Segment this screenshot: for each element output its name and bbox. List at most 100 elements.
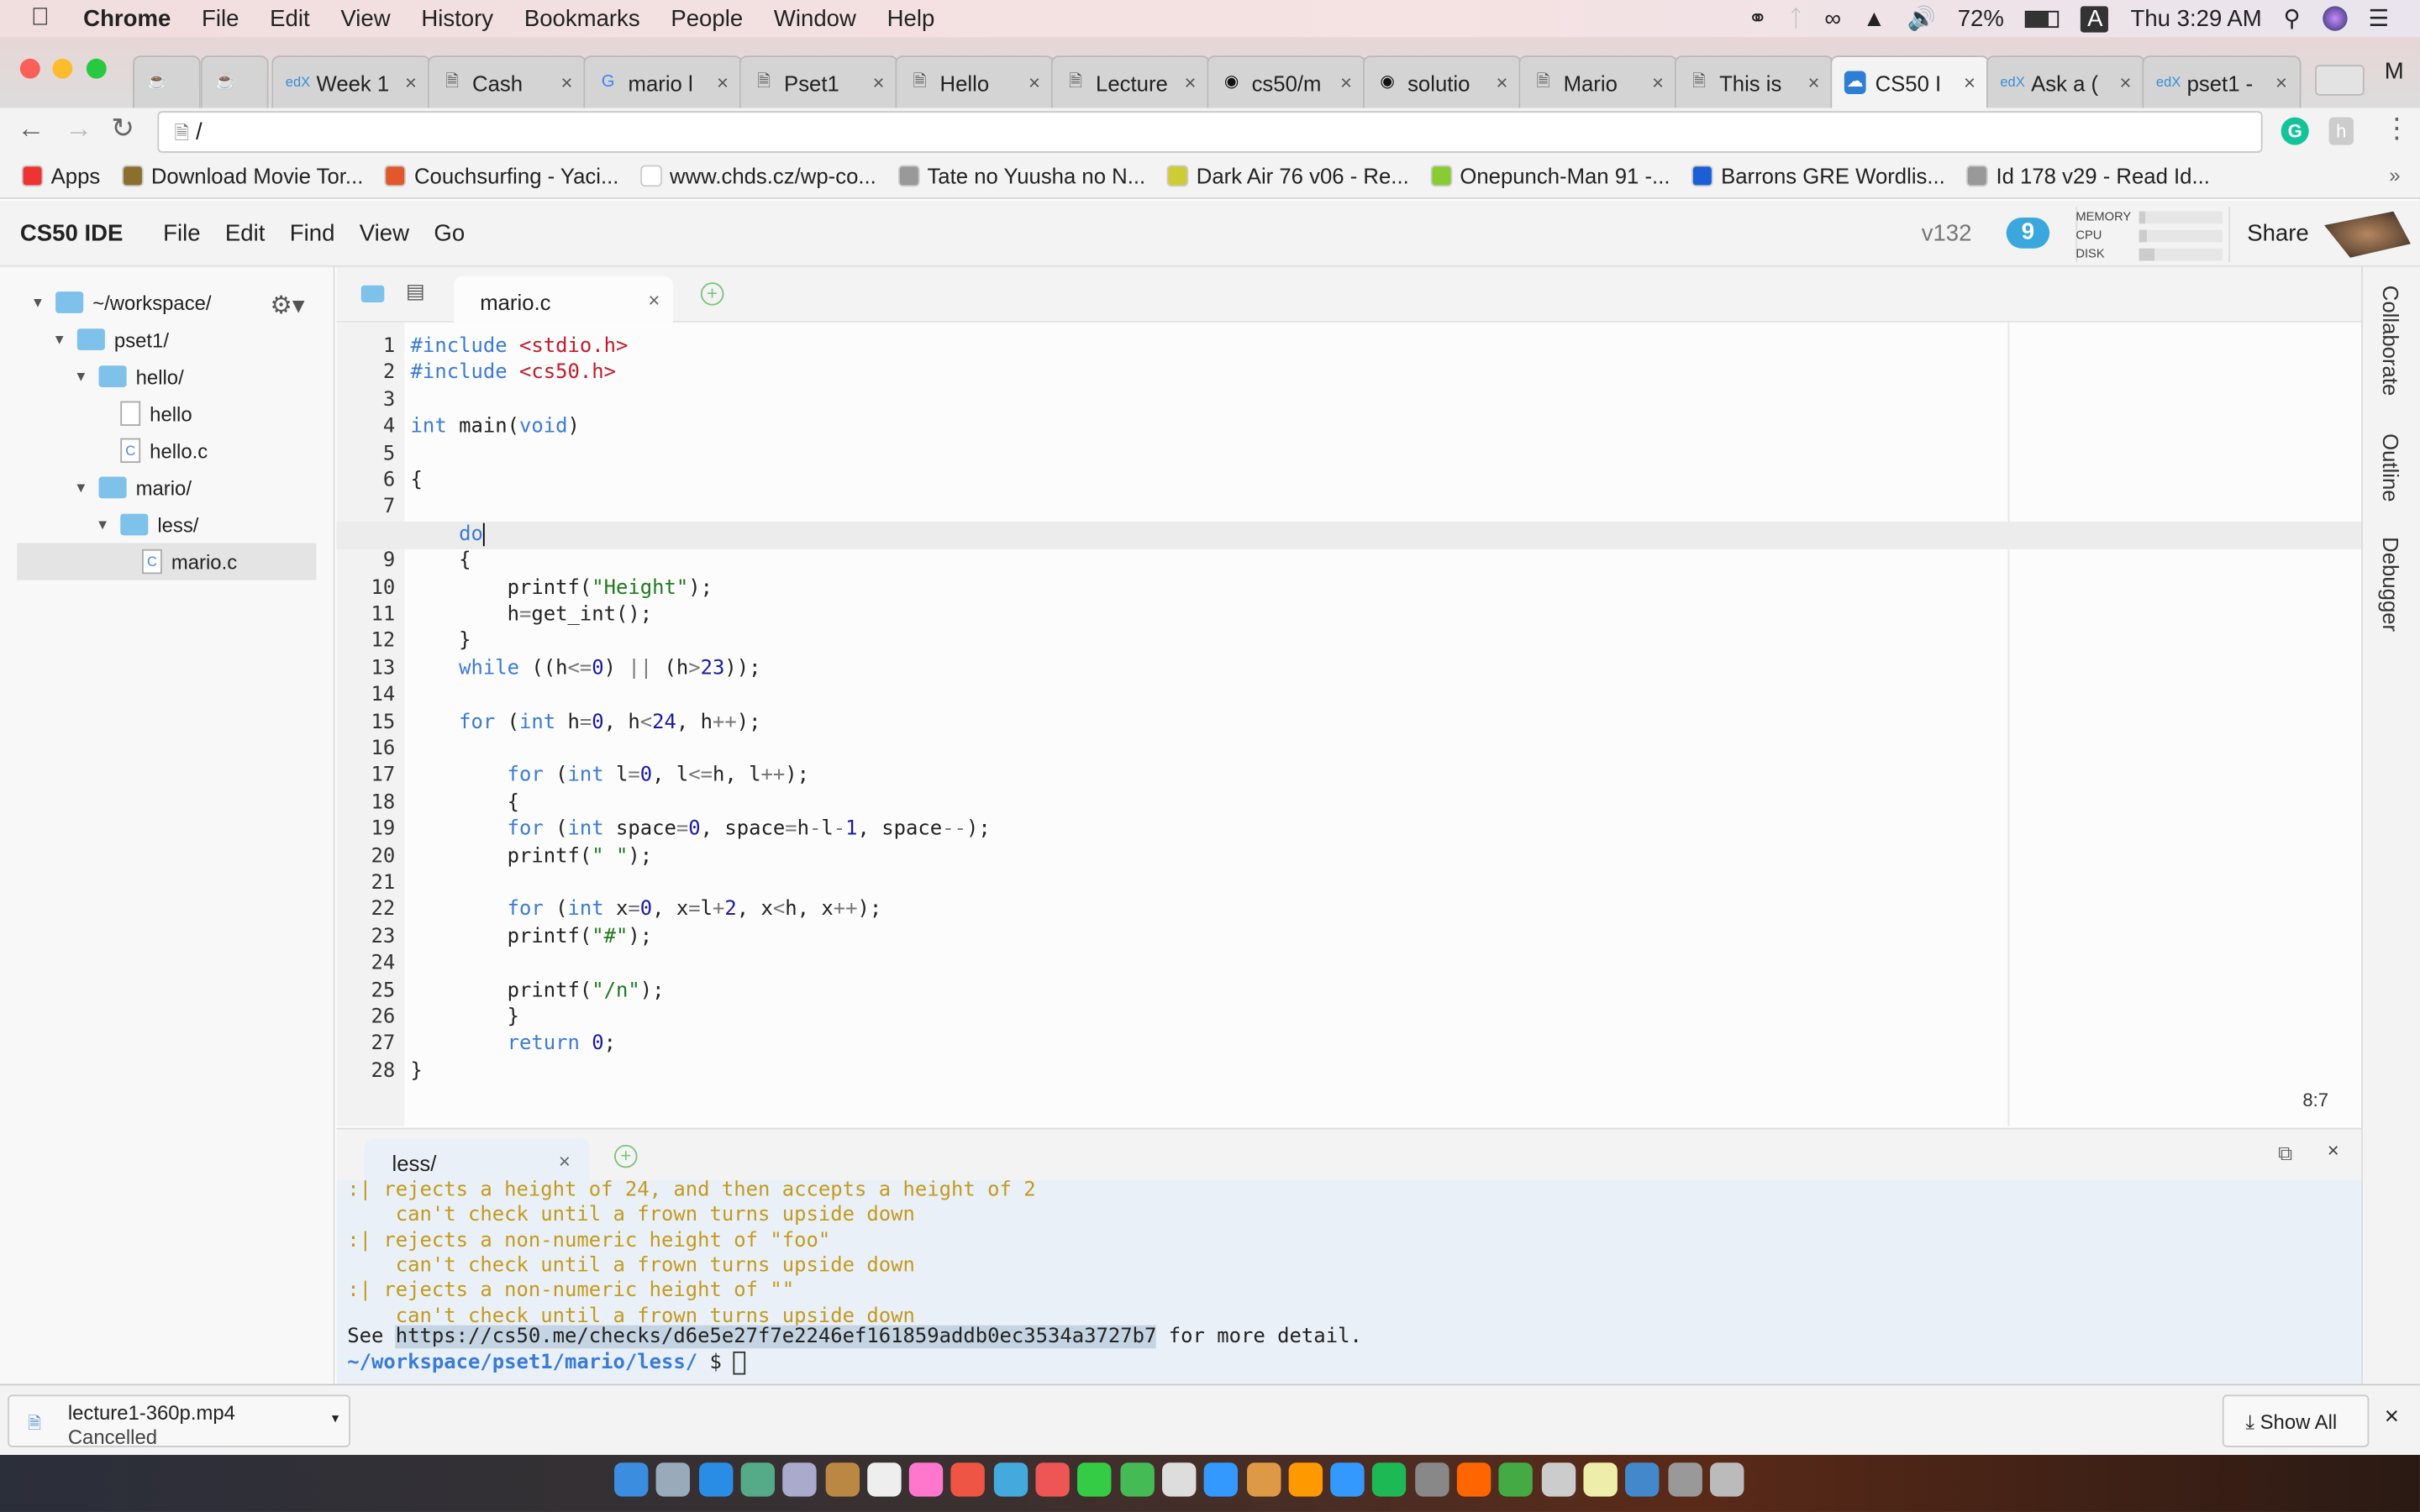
browser-tab[interactable]: edX Ask a (× <box>1986 55 2146 108</box>
browser-tab[interactable]: 🗎 This is × <box>1674 55 1833 108</box>
outline-icon[interactable]: ▤ <box>406 279 425 303</box>
profile-button[interactable]: M <box>2385 59 2404 85</box>
close-tab-icon[interactable]: × <box>1808 71 1820 94</box>
ide-menu-view[interactable]: View <box>360 220 409 246</box>
browser-tab[interactable]: ☕ <box>132 55 201 108</box>
extension-icon[interactable]: h <box>2328 117 2354 145</box>
spotlight-icon[interactable]: ⚲ <box>2283 5 2300 32</box>
dock-app-icon[interactable] <box>1288 1462 1323 1497</box>
expand-arrow-icon[interactable]: ▼ <box>74 480 89 495</box>
bookmark[interactable]: Onepunch-Man 91 -... <box>1430 164 1670 188</box>
menu-help[interactable]: Help <box>887 5 935 31</box>
cloud9-icon[interactable]: 9 <box>2006 217 2050 249</box>
tree-item[interactable]: ▼ ~/workspace/ <box>31 286 212 319</box>
browser-tab[interactable]: edX Week 1 × <box>271 55 431 108</box>
creative-cloud-icon[interactable]: ∞ <box>1824 5 1841 31</box>
tab-terminal[interactable]: less/ × <box>364 1138 590 1182</box>
dock-app-icon[interactable] <box>1456 1462 1491 1497</box>
volume-icon[interactable]: 🔊 <box>1907 5 1936 32</box>
dock-app-icon[interactable] <box>951 1462 986 1497</box>
maximize-icon[interactable]: ⧉ <box>2278 1142 2292 1166</box>
close-tab-icon[interactable]: × <box>1028 71 1040 94</box>
airplay-icon[interactable]: ▲ <box>1863 5 1886 31</box>
close-window-button[interactable] <box>19 58 40 79</box>
bookmark[interactable]: Dark Air 76 v06 - Re... <box>1166 164 1409 188</box>
dock-app-icon[interactable] <box>782 1462 817 1497</box>
browser-tab[interactable]: ☕ <box>200 55 269 108</box>
dock-app-icon[interactable] <box>824 1462 860 1497</box>
bookmark[interactable]: Barrons GRE Wordlis... <box>1691 164 1945 188</box>
add-tab-icon[interactable]: + <box>700 282 724 306</box>
dock-app-icon[interactable] <box>1119 1462 1155 1497</box>
avatar[interactable] <box>2324 211 2411 258</box>
clock[interactable]: Thu 3:29 AM <box>2131 5 2262 31</box>
back-icon[interactable]: ← <box>17 113 45 145</box>
folder-icon[interactable] <box>360 285 385 302</box>
bookmark[interactable]: Download Movie Tor... <box>121 164 363 188</box>
notification-center-icon[interactable]: ☰ <box>2369 5 2390 32</box>
check-link[interactable]: https://cs50.me/checks/d6e5e27f7e2246ef1… <box>395 1325 1156 1349</box>
dock-app-icon[interactable] <box>1330 1462 1365 1497</box>
menu-window[interactable]: Window <box>774 5 856 31</box>
bookmark[interactable]: Id 178 v29 - Read Id... <box>1966 164 2210 188</box>
close-tab-icon[interactable]: × <box>559 1149 571 1173</box>
dock-app-icon[interactable] <box>908 1462 944 1497</box>
bluetooth-icon[interactable]: ᛏ <box>1789 5 1803 31</box>
close-download-bar-icon[interactable]: × <box>2385 1404 2399 1431</box>
forward-icon[interactable]: → <box>65 113 92 145</box>
close-tab-icon[interactable]: × <box>648 288 660 312</box>
minimize-window-button[interactable] <box>52 58 73 79</box>
close-tab-icon[interactable]: × <box>560 71 572 94</box>
close-tab-icon[interactable]: × <box>405 71 417 94</box>
menu-bookmarks[interactable]: Bookmarks <box>524 5 640 31</box>
share-button[interactable]: Share <box>2247 221 2309 247</box>
zoom-window-button[interactable] <box>86 58 107 79</box>
dock-app-icon[interactable] <box>1667 1462 1702 1497</box>
grammarly-icon[interactable]: G <box>2281 117 2309 145</box>
browser-tab[interactable]: 🗎 Pset1 × <box>739 55 898 108</box>
browser-tab[interactable]: ◉ solutio × <box>1362 55 1522 108</box>
tree-item[interactable]: ▼ mario/ <box>74 470 192 504</box>
tab-mario-c[interactable]: mario.c × <box>453 276 673 323</box>
close-tab-icon[interactable]: × <box>2120 71 2132 94</box>
siri-icon[interactable] <box>2322 6 2347 31</box>
download-item[interactable]: 🗎 lecture1-360p.mp4 Cancelled ▾ <box>8 1394 350 1449</box>
show-all-button[interactable]: ⤓ Show All <box>2222 1394 2370 1447</box>
expand-arrow-icon[interactable]: ▼ <box>96 517 111 532</box>
bookmark[interactable]: Tate no Yuusha no N... <box>897 164 1145 188</box>
tree-item[interactable]: hello <box>96 396 192 430</box>
menu-history[interactable]: History <box>421 5 493 31</box>
menu-view[interactable]: View <box>340 5 390 31</box>
dock-app-icon[interactable] <box>1372 1462 1407 1497</box>
code-editor[interactable]: 1234567891011121314151617181920212223242… <box>336 322 2362 1126</box>
apple-icon[interactable]:  <box>31 5 50 33</box>
close-tab-icon[interactable]: × <box>872 71 884 94</box>
dock-app-icon[interactable] <box>698 1462 733 1497</box>
close-tab-icon[interactable]: × <box>717 71 729 94</box>
dock-app-icon[interactable] <box>993 1462 1028 1497</box>
tree-item[interactable]: ▼ less/ <box>96 507 199 541</box>
dock-app-icon[interactable] <box>1709 1462 1744 1497</box>
close-tab-icon[interactable]: × <box>1340 71 1352 94</box>
panel-debugger[interactable]: Debugger <box>2378 537 2402 632</box>
close-tab-icon[interactable]: × <box>1184 71 1196 94</box>
dock-app-icon[interactable] <box>740 1462 775 1497</box>
browser-tab[interactable]: edX pset1 - × <box>2142 55 2302 108</box>
reload-icon[interactable]: ↻ <box>111 113 134 145</box>
ide-menu-edit[interactable]: Edit <box>225 220 265 246</box>
tree-item[interactable]: ▼ hello/ <box>74 360 184 393</box>
dock-app-icon[interactable] <box>1541 1462 1576 1497</box>
chrome-menu-icon[interactable]: ⋮ <box>2383 113 2411 145</box>
sync-icon[interactable]: ⚭ <box>1748 5 1767 32</box>
expand-arrow-icon[interactable]: ▼ <box>52 332 67 347</box>
apps-button[interactable]: Apps <box>21 164 100 188</box>
ide-menu-file[interactable]: File <box>163 220 200 246</box>
dock-app-icon[interactable] <box>1583 1462 1618 1497</box>
chevron-down-icon[interactable]: ▾ <box>332 1410 339 1427</box>
browser-tab[interactable]: 🗎 Mario × <box>1518 55 1678 108</box>
dock-app-icon[interactable] <box>656 1462 691 1497</box>
terminal[interactable]: :| rejects a height of 24, and then acce… <box>336 1180 2362 1384</box>
new-tab-button[interactable] <box>2315 65 2365 96</box>
address-bar[interactable]: 🗎 / <box>157 111 2263 153</box>
dock-app-icon[interactable] <box>614 1462 649 1497</box>
